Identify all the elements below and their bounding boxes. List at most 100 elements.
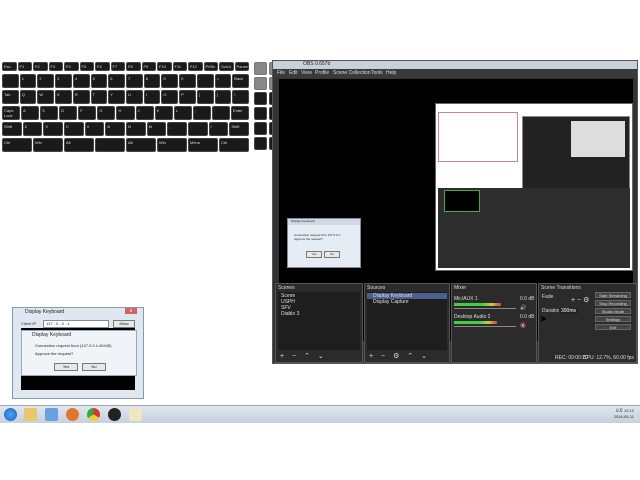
scene-item[interactable]: Diablo 3 [281, 311, 299, 317]
keyboard-key: M [146, 122, 167, 136]
mixer-title: Mixer [454, 285, 467, 291]
allow-button[interactable]: Allow [113, 320, 135, 328]
close-icon[interactable]: x [125, 308, 137, 314]
menu-view[interactable]: View [301, 70, 312, 76]
keyboard-key: F12 [188, 62, 203, 71]
firefox-icon[interactable] [66, 408, 79, 421]
keyboard-key [95, 138, 125, 152]
client-ip-label: Client IP [21, 321, 37, 326]
keyboard-key: F6 [95, 62, 110, 71]
duration-input[interactable]: 300ms [559, 308, 579, 314]
dk-title: Display Keyboard [25, 309, 65, 315]
keyboard-key: ` [2, 74, 19, 88]
nav-key [254, 62, 267, 75]
transition-add-remove[interactable]: + − ⚙ [571, 296, 589, 304]
client-ip-input[interactable]: 127 . 0 . 0 . 1 [43, 320, 109, 328]
keyboard-key: , [167, 122, 187, 136]
nav-key [254, 92, 267, 105]
keyboard-key: ScrLk [219, 62, 234, 71]
menu-help[interactable]: Help [386, 70, 396, 76]
keyboard-key: X [43, 122, 63, 136]
keyboard-key: = [214, 74, 232, 88]
approve-dialog[interactable]: Display Keyboard Connection request from… [21, 330, 137, 376]
menu-edit[interactable]: Edit [289, 70, 298, 76]
keyboard-key: U [126, 90, 143, 104]
volume-slider[interactable] [454, 326, 516, 327]
speaker-muted-icon[interactable]: 🔇 [520, 323, 526, 329]
taskbar: 오후 12:12 2016-05-11 [0, 405, 640, 423]
media-icon[interactable] [45, 408, 58, 421]
transitions-dock: Scene Transitions Fade Duration 300ms + … [538, 283, 637, 363]
scenes-list: Scene USPH SFV Diablo 3 [278, 292, 360, 350]
source-item[interactable]: Display Capture [373, 299, 409, 305]
track-name: Mic/AUX 1 [454, 296, 478, 302]
keyboard-key: F1 [17, 62, 32, 71]
track-db: 0.0 dB [520, 314, 535, 320]
sources-toolbar[interactable]: + − ⚙ ⌃ ⌄ [369, 352, 430, 360]
menu-file[interactable]: File [277, 70, 285, 76]
keyboard-key: N [126, 122, 146, 136]
stop-recording-button[interactable]: Stop Recording [595, 300, 631, 306]
clock[interactable]: 오후 12:12 2016-05-11 [614, 408, 634, 420]
exit-button[interactable]: Exit [595, 324, 631, 330]
keyboard-key: H [116, 106, 135, 120]
explorer-icon[interactable] [24, 408, 37, 421]
obs-icon[interactable] [108, 408, 121, 421]
keyboard-key: F8 [126, 62, 141, 71]
small-dialog-no[interactable]: No [324, 251, 340, 258]
keyboard-key: I [143, 90, 161, 104]
scenes-title: Scenes [278, 285, 295, 291]
speaker-icon[interactable]: 🔊 [520, 305, 526, 311]
volume-meter [454, 303, 501, 306]
studio-mode-button[interactable]: Studio Mode [595, 308, 631, 314]
menu-scene-collection[interactable]: Scene Collection [333, 70, 371, 76]
keyboard-key: 5 [90, 74, 108, 88]
keyboard-key: W [37, 90, 55, 104]
keyboard-key: O [161, 90, 179, 104]
volume-slider[interactable] [454, 308, 516, 309]
keyboard-key: 0 [179, 74, 196, 88]
keyboard-key: ' [211, 106, 230, 120]
keyboard-key: K [154, 106, 173, 120]
keyboard-key: Win [157, 138, 187, 152]
keyboard-key: 7 [126, 74, 143, 88]
keyboard-key: \ [232, 90, 249, 104]
nested-window [438, 112, 518, 162]
sources-list: Display Keyboard Display Capture [367, 292, 447, 350]
start-orb-icon[interactable] [4, 408, 17, 421]
small-dialog-message: Connection request from 127.0.0.1 Approv… [294, 233, 341, 241]
track-db: 0.0 dB [520, 296, 535, 302]
keyboard-app-icon[interactable] [129, 408, 142, 421]
obs-title-bar[interactable]: OBS 0.657b [273, 61, 637, 69]
keyboard-key: F2 [33, 62, 48, 71]
menu-tools[interactable]: Tools [371, 70, 383, 76]
keyboard-key: PrtSc [203, 62, 218, 71]
chrome-icon[interactable] [87, 408, 100, 421]
settings-button[interactable]: Settings [595, 316, 631, 322]
volume-meter [454, 321, 497, 324]
keyboard-key: / [208, 122, 229, 136]
keyboard-key: T [90, 90, 108, 104]
small-dialog-yes[interactable]: Yes [306, 251, 322, 258]
small-dialog-window[interactable]: Display Keyboard Connection request from… [287, 218, 361, 268]
keyboard-key: Menu [188, 138, 218, 152]
scenes-toolbar[interactable]: + − ⌃ ⌄ [280, 352, 327, 360]
obs-menubar: File Edit View Profile Scene Collection … [273, 69, 637, 78]
keyboard-key: 6 [108, 74, 125, 88]
keyboard-key: 4 [72, 74, 90, 88]
window-title: OBS 0.657b [303, 61, 331, 67]
display-keyboard-window[interactable]: Display Keyboard x Client IP 127 . 0 . 0… [12, 307, 144, 399]
keyboard-key: ; [192, 106, 211, 120]
approve-dialog-title: Display Keyboard [32, 332, 72, 338]
keyboard-key: - [196, 74, 214, 88]
transition-select[interactable]: Fade [542, 294, 553, 300]
start-streaming-button[interactable]: Start Streaming [595, 292, 631, 298]
menu-profile[interactable]: Profile [315, 70, 329, 76]
approve-question: Approve the request? [35, 351, 74, 356]
yes-button[interactable]: Yes [54, 363, 78, 371]
no-button[interactable]: No [82, 363, 106, 371]
keyboard-key: [ [196, 90, 214, 104]
nested-obs-inner [571, 121, 625, 157]
obs-window[interactable]: OBS 0.657b File Edit View Profile Scene … [272, 60, 638, 364]
small-dialog-title: Display Keyboard [291, 219, 315, 223]
